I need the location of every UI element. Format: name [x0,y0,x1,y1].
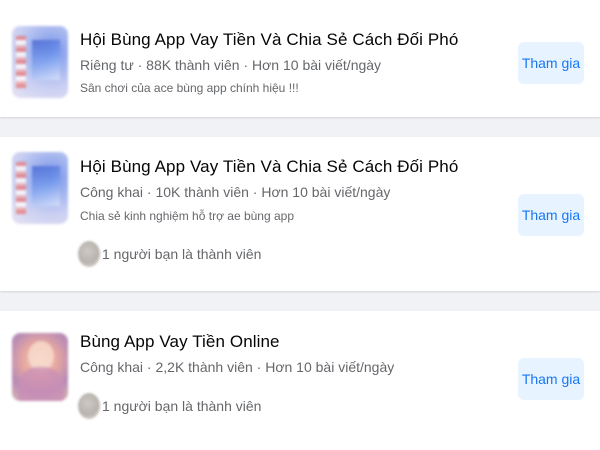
group-meta: Riêng tư · 88K thành viên · Hơn 10 bài v… [80,57,382,73]
group-thumbnail[interactable] [12,152,68,224]
mutual-friends: 1 người bạn là thành viên [78,241,261,267]
join-button[interactable]: Tham gia [518,358,584,400]
join-button[interactable]: Tham gia [518,42,584,84]
group-thumbnail[interactable] [12,333,68,401]
join-button[interactable]: Tham gia [518,194,584,236]
mutual-friends-text: 1 người bạn là thành viên [102,398,262,414]
group-result-card[interactable]: Bùng App Vay Tiền Online Công khai · 2,2… [0,311,600,450]
group-description: Chia sẻ kinh nghiệm hỗ trợ ae bùng app [80,209,295,223]
group-description: Sân chơi của ace bùng app chính hiệu !!! [80,81,299,95]
group-result-card[interactable]: Hội Bùng App Vay Tiền Và Chia Sẻ Cách Đố… [0,137,600,291]
group-thumbnail[interactable] [12,26,68,98]
mutual-friends-text: 1 người bạn là thành viên [102,246,262,262]
group-result-card[interactable]: Hội Bùng App Vay Tiền Và Chia Sẻ Cách Đố… [0,0,600,117]
group-name[interactable]: Hội Bùng App Vay Tiền Và Chia Sẻ Cách Đố… [80,157,458,177]
mutual-friends: 1 người bạn là thành viên [78,393,261,419]
group-name[interactable]: Hội Bùng App Vay Tiền Và Chia Sẻ Cách Đố… [80,30,458,50]
group-meta: Công khai · 2,2K thành viên · Hơn 10 bài… [80,359,395,375]
group-name[interactable]: Bùng App Vay Tiền Online [80,332,280,352]
friend-avatar [78,393,100,419]
friend-avatar [78,241,100,267]
group-meta: Công khai · 10K thành viên · Hơn 10 bài … [80,184,391,200]
